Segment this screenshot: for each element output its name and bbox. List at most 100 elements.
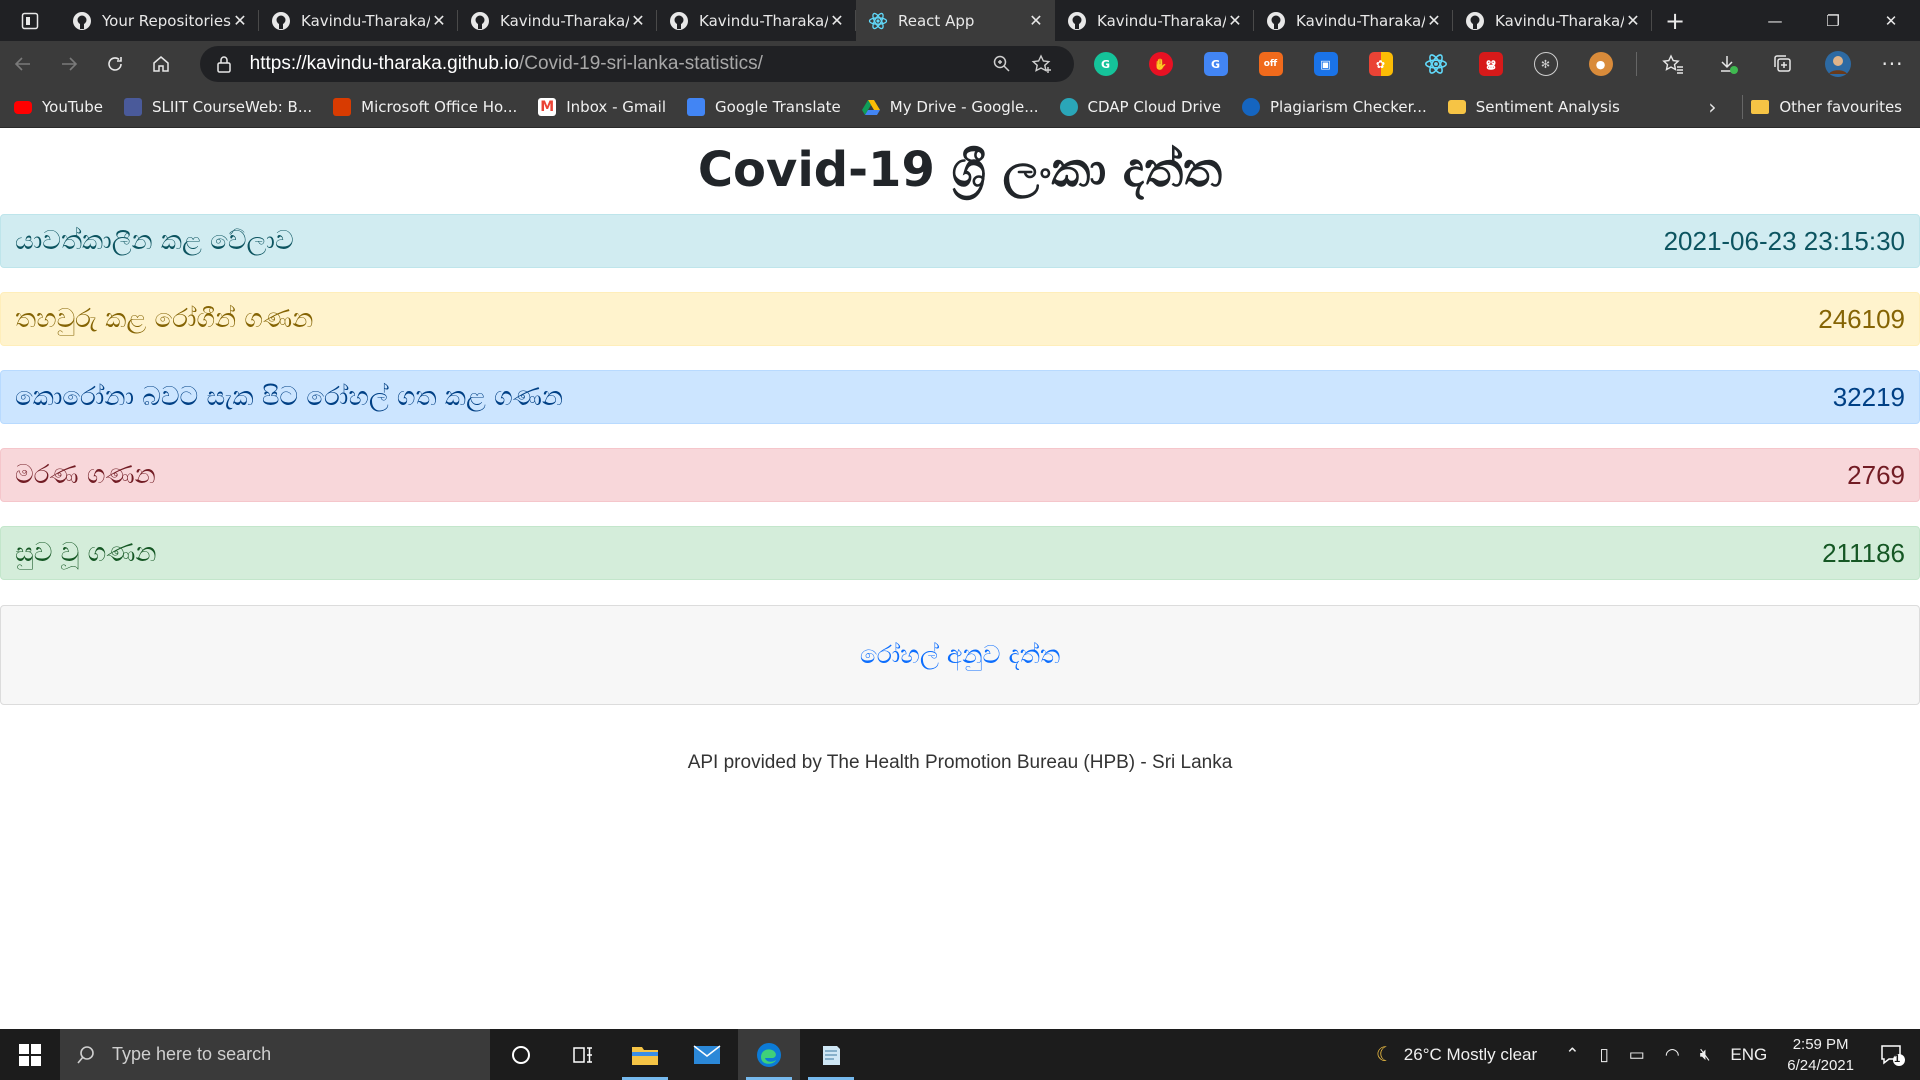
colorful-extension[interactable]: ✿ <box>1353 41 1408 87</box>
collections-button[interactable] <box>1755 41 1810 87</box>
bookmark-sentiment-analysis[interactable]: Sentiment Analysis <box>1447 98 1620 116</box>
hospitalized-suspected-value: 32219 <box>1832 381 1905 412</box>
add-favourite-icon[interactable] <box>1022 54 1062 74</box>
bookmarks-overflow-chevron-icon[interactable]: › <box>1708 95 1716 119</box>
new-tab-button[interactable]: + <box>1652 0 1698 41</box>
tab-close-icon[interactable]: ✕ <box>430 11 448 30</box>
last-updated-label: යාවත්කාලීන කළ වේලාව <box>15 225 294 256</box>
tab-react-app[interactable]: React App ✕ <box>856 0 1055 41</box>
avatar <box>1824 51 1851 77</box>
tab-close-icon[interactable]: ✕ <box>828 11 846 30</box>
app-pin-button[interactable] <box>800 1029 862 1080</box>
cortana-button[interactable] <box>490 1029 552 1080</box>
bookmark-plagiarism-checker[interactable]: Plagiarism Checker... <box>1241 98 1427 116</box>
tab-your-repositories[interactable]: Your Repositories ✕ <box>60 0 259 41</box>
tab-kavindu-tharaka-2[interactable]: Kavindu-Tharaka/ ✕ <box>458 0 657 41</box>
deaths-value: 2769 <box>1847 459 1905 490</box>
home-icon <box>152 56 169 72</box>
profile-button[interactable] <box>1810 41 1865 87</box>
bookmark-label: Sentiment Analysis <box>1475 98 1620 116</box>
download-icon <box>1720 56 1738 74</box>
bookmark-google-drive[interactable]: My Drive - Google... <box>861 98 1039 116</box>
adblock-extension[interactable]: ✋ <box>1133 41 1188 87</box>
sliit-icon <box>124 98 142 116</box>
bookmark-cdap-cloud-drive[interactable]: CDAP Cloud Drive <box>1059 98 1221 116</box>
wifi-icon[interactable]: ◠ <box>1665 1045 1680 1065</box>
grammarly-extension[interactable]: G <box>1078 41 1133 87</box>
close-window-button[interactable]: ✕ <box>1862 0 1920 41</box>
tab-actions-icon <box>21 12 39 29</box>
save-extension[interactable]: ▣ <box>1298 41 1353 87</box>
github-icon <box>1267 11 1285 30</box>
home-button[interactable] <box>138 41 184 87</box>
mail-button[interactable] <box>676 1029 738 1080</box>
bookmark-gmail[interactable]: M Inbox - Gmail <box>538 98 666 116</box>
forward-arrow-icon <box>61 57 77 71</box>
restore-button[interactable]: ❐ <box>1804 0 1862 41</box>
tab-kavindu-tharaka-5[interactable]: Kavindu-Tharaka/ ✕ <box>1254 0 1453 41</box>
api-credit-footer: API provided by The Health Promotion Bur… <box>687 752 1233 773</box>
chatgpt-extension[interactable]: ✻ <box>1518 41 1573 87</box>
other-favourites[interactable]: Other favourites <box>1751 98 1902 116</box>
mendeley-icon: ൠ <box>1478 52 1503 76</box>
tab-kavindu-tharaka-1[interactable]: Kavindu-Tharaka/ ✕ <box>259 0 458 41</box>
system-clock[interactable]: 2:59 PM 6/24/2021 <box>1787 1034 1854 1076</box>
task-view-button[interactable] <box>552 1029 614 1080</box>
back-button[interactable] <box>0 41 46 87</box>
volume-muted-icon[interactable]: 🔇︎ <box>1700 1045 1711 1065</box>
battery-icon[interactable]: ▭ <box>1629 1045 1645 1065</box>
tab-kavindu-tharaka-6[interactable]: Kavindu-Tharaka/ ✕ <box>1453 0 1652 41</box>
address-bar[interactable]: https://kavindu-tharaka.github.io/Covid-… <box>199 46 1074 82</box>
lock-icon[interactable] <box>216 55 238 73</box>
cookie-extension[interactable]: ● <box>1573 41 1628 87</box>
bookmark-youtube[interactable]: YouTube <box>14 98 103 116</box>
bookmark-label: Inbox - Gmail <box>566 98 667 116</box>
notification-icon <box>1881 1044 1905 1066</box>
settings-menu-button[interactable]: ··· <box>1865 41 1920 87</box>
tab-close-icon[interactable]: ✕ <box>1624 11 1642 30</box>
refresh-button[interactable] <box>92 41 138 87</box>
tab-kavindu-tharaka-4[interactable]: Kavindu-Tharaka/ ✕ <box>1055 0 1254 41</box>
tab-close-icon[interactable]: ✕ <box>1027 11 1045 30</box>
react-devtools-extension[interactable] <box>1408 41 1463 87</box>
off-extension[interactable]: off <box>1243 41 1298 87</box>
minimize-button[interactable]: — <box>1746 0 1804 41</box>
confirmed-cases-row: තහවුරු කළ රෝගීන් ගණන 246109 <box>0 292 1920 346</box>
chevron-up-icon: ⌃ <box>1565 1044 1580 1064</box>
forward-button[interactable] <box>46 41 92 87</box>
github-icon <box>272 11 290 30</box>
mendeley-extension[interactable]: ൠ <box>1463 41 1518 87</box>
bookmark-google-translate[interactable]: Google Translate <box>687 98 841 116</box>
bookmark-office[interactable]: Microsoft Office Ho... <box>333 98 517 116</box>
tab-kavindu-tharaka-3[interactable]: Kavindu-Tharaka/ ✕ <box>657 0 856 41</box>
zoom-icon[interactable] <box>982 54 1022 74</box>
tab-close-icon[interactable]: ✕ <box>1226 11 1244 30</box>
show-hidden-icons-button[interactable]: ⌃ <box>1565 1045 1579 1065</box>
github-icon <box>670 11 688 30</box>
weather-widget[interactable]: ☾ 26°C Mostly clear <box>1376 1042 1537 1067</box>
tab-close-icon[interactable]: ✕ <box>1425 11 1443 30</box>
bookmark-label: My Drive - Google... <box>889 98 1039 116</box>
bookmark-sliit[interactable]: SLIIT CourseWeb: B... <box>124 98 312 116</box>
google-translate-extension[interactable]: G <box>1188 41 1243 87</box>
input-language[interactable]: ENG <box>1730 1045 1767 1065</box>
favourites-button[interactable] <box>1645 41 1700 87</box>
search-icon <box>76 1045 96 1065</box>
tab-actions-button[interactable] <box>0 0 60 41</box>
start-button[interactable] <box>0 1029 60 1080</box>
recovered-row: සුව වූ ගණන 211186 <box>0 526 1920 580</box>
tab-title: Kavindu-Tharaka/ <box>500 11 629 30</box>
action-center-button[interactable]: 1 <box>1872 1043 1920 1067</box>
file-explorer-button[interactable] <box>614 1029 676 1080</box>
edge-browser-button[interactable] <box>738 1029 800 1080</box>
usb-device-icon[interactable]: ▯ <box>1599 1045 1608 1065</box>
hospital-data-link[interactable]: රෝහල් අනුව දත්ත <box>860 640 1060 670</box>
hospitalized-suspected-label: කොරෝනා බවට සැක පිට රෝහල් ගත කළ ගණන <box>15 381 564 412</box>
url-text[interactable]: https://kavindu-tharaka.github.io/Covid-… <box>250 53 982 75</box>
taskbar-search-box[interactable]: Type here to search <box>60 1029 490 1080</box>
downloads-button[interactable] <box>1700 41 1755 87</box>
tab-title: Kavindu-Tharaka/ <box>1495 11 1624 30</box>
tab-close-icon[interactable]: ✕ <box>231 11 249 30</box>
tab-close-icon[interactable]: ✕ <box>629 11 647 30</box>
system-tray: ☾ 26°C Mostly clear ⌃ ▯ ▭ ◠ 🔇︎ ENG 2:59 … <box>1376 1034 1920 1076</box>
